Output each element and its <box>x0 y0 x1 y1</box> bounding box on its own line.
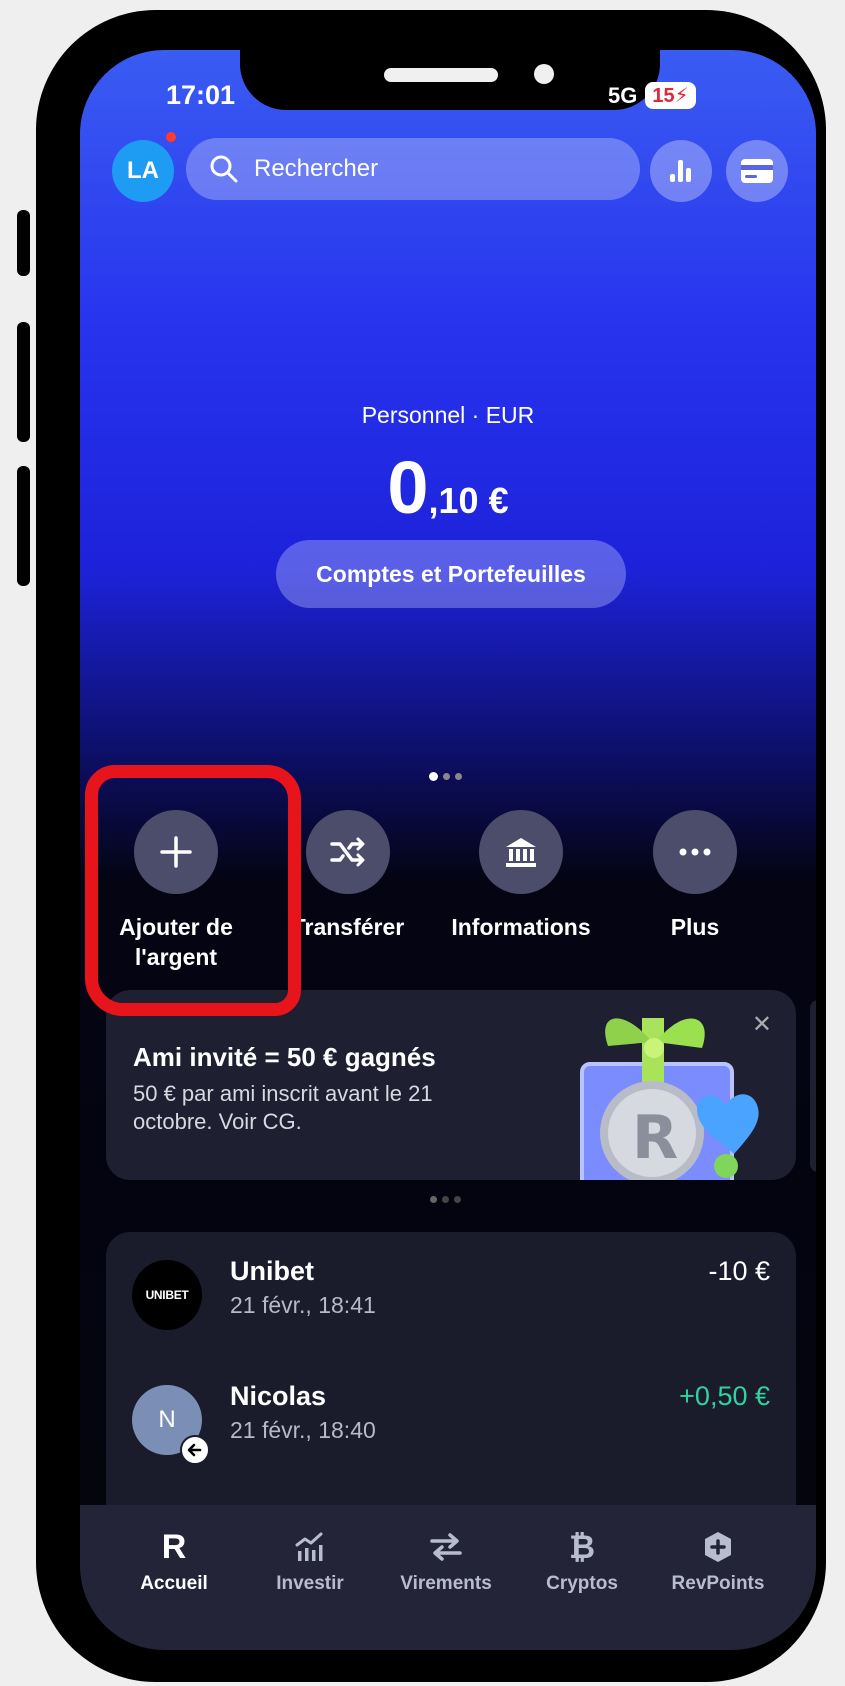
notification-dot <box>166 132 176 142</box>
bar-chart-icon <box>670 160 691 182</box>
transaction-amount: -10 € <box>708 1256 770 1286</box>
promo-title: Ami invité = 50 € gagnés <box>133 1042 436 1072</box>
incoming-arrow-icon <box>180 1435 210 1465</box>
battery-level: 15 <box>652 85 675 107</box>
promo-pager <box>430 1196 461 1203</box>
next-promo-card-edge <box>810 1000 816 1172</box>
unibet-logo: UNIBET <box>132 1260 202 1330</box>
tab-label: Accueil <box>140 1573 208 1594</box>
profile-avatar[interactable]: LA <box>112 140 174 202</box>
referral-promo-card[interactable]: Ami invité = 50 € gagnés 50 € par ami in… <box>106 990 796 1180</box>
more-dots-icon <box>653 810 737 894</box>
balance-amount: 0,10 € <box>80 445 816 530</box>
svg-text:R: R <box>632 1103 678 1173</box>
tab-label: Investir <box>276 1573 344 1594</box>
highlight-annotation <box>85 765 301 1016</box>
cards-button[interactable] <box>726 140 788 202</box>
bitcoin-icon: ₿ <box>568 1528 596 1565</box>
unibet-logo-text: UNIBET <box>145 1288 189 1302</box>
transaction-date: 21 févr., 18:41 <box>230 1292 376 1318</box>
bottom-tab-bar: R Accueil Investir Virements ₿ Cryptos R… <box>80 1505 816 1650</box>
speaker <box>384 68 498 82</box>
more-label: Plus <box>670 914 720 940</box>
status-indicators: 5G 15⚡ <box>608 82 696 109</box>
tab-label: Virements <box>400 1573 492 1594</box>
transaction-amount: +0,50 € <box>679 1381 770 1411</box>
tab-revpoints[interactable]: RevPoints <box>648 1527 788 1595</box>
transactions-card: UNIBET Unibet 21 févr., 18:41 -10 € N Ni… <box>106 1232 796 1532</box>
analytics-button[interactable] <box>650 140 712 202</box>
tab-label: RevPoints <box>671 1573 765 1594</box>
tab-investir[interactable]: Investir <box>240 1527 380 1595</box>
network-label: 5G <box>608 82 638 108</box>
shuffle-icon <box>306 810 390 894</box>
volume-up-button <box>17 322 30 442</box>
balance-integer: 0 <box>387 446 429 529</box>
search-input[interactable]: Rechercher <box>254 155 378 183</box>
silent-switch <box>17 210 30 276</box>
promo-description: 50 € par ami inscrit avant le 21 octobre… <box>133 1081 433 1134</box>
front-camera <box>534 64 554 84</box>
accounts-wallets-button[interactable]: Comptes et Portefeuilles <box>276 540 626 608</box>
avatar-initials: LA <box>127 157 159 184</box>
status-time: 17:01 <box>166 80 236 110</box>
bank-icon <box>479 810 563 894</box>
chart-icon <box>240 1527 380 1567</box>
more-action[interactable]: Plus <box>610 810 780 942</box>
information-label: Informations <box>451 914 591 940</box>
transaction-row[interactable]: UNIBET Unibet 21 févr., 18:41 -10 € <box>106 1232 796 1332</box>
tab-virements[interactable]: Virements <box>376 1527 516 1595</box>
transaction-name: Nicolas <box>230 1381 327 1411</box>
tab-label: Cryptos <box>546 1573 618 1594</box>
search-bar[interactable]: Rechercher <box>186 138 640 200</box>
account-label: Personnel · EUR <box>361 402 535 428</box>
volume-down-button <box>17 466 30 586</box>
battery-icon: 15⚡ <box>645 82 696 109</box>
notch <box>240 50 660 110</box>
transaction-row[interactable]: N Nicolas 21 févr., 18:40 +0,50 € <box>106 1357 796 1465</box>
transaction-date: 21 févr., 18:40 <box>230 1417 376 1443</box>
tab-cryptos[interactable]: ₿ Cryptos <box>512 1527 652 1595</box>
transaction-name: Unibet <box>230 1256 314 1286</box>
contact-initial: N <box>158 1406 176 1433</box>
balance-decimal: ,10 € <box>428 480 509 521</box>
tab-accueil[interactable]: R Accueil <box>104 1527 244 1595</box>
revpoints-icon <box>648 1527 788 1567</box>
balance-pager <box>429 772 462 781</box>
information-action[interactable]: Informations <box>436 810 606 942</box>
gift-box-illustration: R <box>580 1018 759 1180</box>
card-icon <box>741 159 773 183</box>
revolut-r-icon: R <box>161 1527 187 1566</box>
search-icon <box>210 155 238 183</box>
transfer-arrows-icon <box>376 1527 516 1567</box>
